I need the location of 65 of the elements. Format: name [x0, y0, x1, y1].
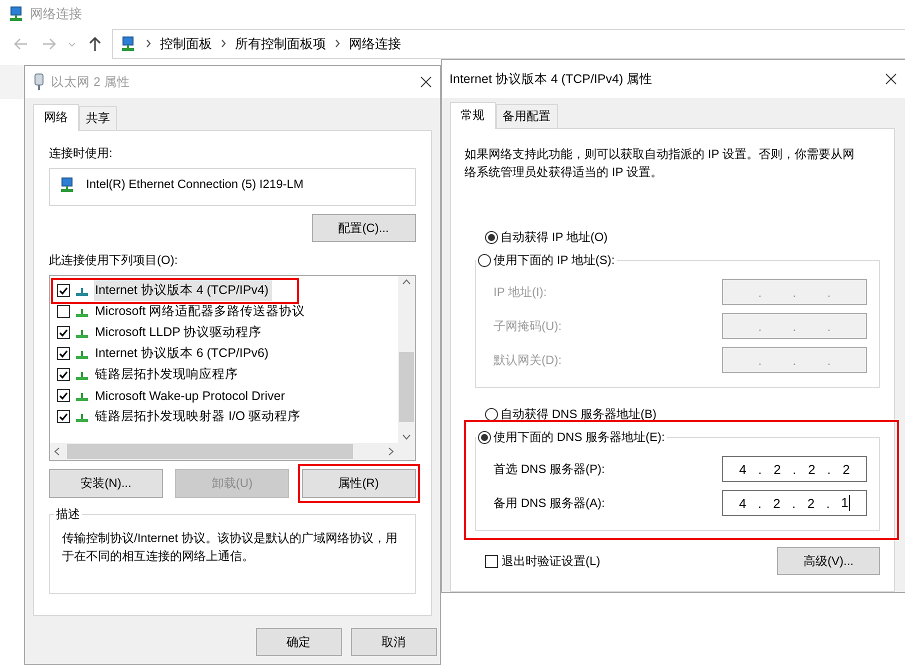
radio-button[interactable]: 使用下面的 DNS 服务器地址(E): [478, 429, 665, 446]
field-label: 默认网关(D): [494, 352, 562, 368]
network-icon [119, 36, 137, 52]
scroll-up-icon[interactable] [402, 279, 411, 285]
tab[interactable]: 共享 [79, 106, 117, 130]
section-label: 连接时使用: [49, 145, 114, 162]
scroll-down-icon[interactable] [402, 434, 411, 440]
checkbox[interactable] [57, 326, 70, 339]
field-label: IP 地址(I): [494, 284, 547, 300]
field-label: 备用 DNS 服务器(A): [494, 494, 605, 512]
tab[interactable]: 备用配置 [496, 104, 558, 128]
list-item[interactable]: Microsoft 网络适配器多路传送器协议 [57, 301, 398, 322]
checkbox[interactable] [57, 410, 70, 423]
vertical-scrollbar[interactable] [398, 276, 415, 443]
dialog-button[interactable]: 确定 [256, 628, 342, 656]
chevron-icon[interactable] [220, 39, 227, 48]
breadcrumb-item[interactable]: 所有控制面板项 [235, 34, 326, 53]
close-icon[interactable] [420, 76, 432, 88]
ip-address-field[interactable]: 4 . 2 . 2 . 2 [722, 456, 867, 482]
group-title: 描述 [55, 506, 81, 523]
close-icon[interactable] [885, 73, 897, 85]
checkbox[interactable] [57, 368, 70, 381]
list-item[interactable]: Microsoft LLDP 协议驱动程序 [57, 322, 398, 343]
scroll-thumb[interactable] [67, 444, 353, 459]
window-title: 网络连接 [30, 5, 82, 24]
checkbox[interactable] [57, 284, 70, 297]
list-item[interactable]: Internet 协议版本 6 (TCP/IPv6) [57, 343, 398, 364]
tab[interactable]: 常规 [450, 102, 496, 129]
dialog-title: 以太网 2 属性 [51, 74, 131, 90]
action-button[interactable]: 安装(N)... [49, 469, 163, 498]
address-bar[interactable]: 控制面板 所有控制面板项 网络连接 [112, 28, 905, 59]
breadcrumb-item[interactable]: 控制面板 [160, 34, 212, 53]
chevron-icon[interactable] [334, 39, 341, 48]
network-icon [58, 177, 76, 193]
radio-button[interactable]: 使用下面的 IP 地址(S): [478, 252, 615, 269]
breadcrumb-item[interactable]: 网络连接 [349, 34, 401, 53]
radio-button[interactable]: 自动获得 DNS 服务器地址(B) [464, 406, 880, 423]
checkbox[interactable] [57, 389, 70, 402]
list-item[interactable]: Microsoft Wake-up Protocol Driver [57, 385, 398, 406]
ip-address-field[interactable]: 4 . 2 . 2 . 1 [722, 490, 867, 516]
list-item[interactable]: 链路层拓扑发现映射器 I/O 驱动程序 [57, 406, 398, 427]
adapter-name: Intel(R) Ethernet Connection (5) I219-LM [86, 177, 304, 191]
dialog-button[interactable]: 取消 [350, 628, 437, 656]
field-label: 首选 DNS 服务器(P): [494, 460, 605, 478]
scroll-left-icon[interactable] [54, 447, 60, 456]
scroll-thumb[interactable] [398, 352, 414, 422]
plug-icon [33, 73, 45, 91]
intro-text: 如果网络支持此功能，则可以获取自动指派的 IP 设置。否则，你需要从网络系统管理员处获得适当的 IP 设置。 [464, 146, 856, 181]
horizontal-scrollbar[interactable] [50, 443, 398, 460]
configure-button[interactable]: 配置(C)... [312, 214, 416, 242]
section-label: 此连接使用下列项目(O): [49, 252, 179, 269]
network-icon [8, 6, 24, 22]
tab[interactable]: 网络 [33, 104, 79, 131]
description-text: 传输控制协议/Internet 协议。该协议是默认的广域网络协议，用于在不同的相互连接的网络上通信。 [62, 530, 398, 565]
list-item[interactable]: 链路层拓扑发现响应程序 [57, 364, 398, 385]
checkbox[interactable]: 退出时验证设置(L) [484, 552, 600, 570]
dialog-title: Internet 协议版本 4 (TCP/IPv4) 属性 [450, 70, 654, 88]
chevron-icon[interactable] [145, 39, 152, 48]
checkbox[interactable] [57, 305, 70, 318]
checkbox[interactable] [57, 347, 70, 360]
action-button[interactable]: 属性(R) [302, 469, 416, 498]
radio-button[interactable]: 自动获得 IP 地址(O) [464, 229, 880, 246]
scroll-right-icon[interactable] [388, 447, 394, 456]
field-label: 子网掩码(U): [494, 318, 562, 334]
advanced-button[interactable]: 高级(V)... [777, 547, 880, 575]
